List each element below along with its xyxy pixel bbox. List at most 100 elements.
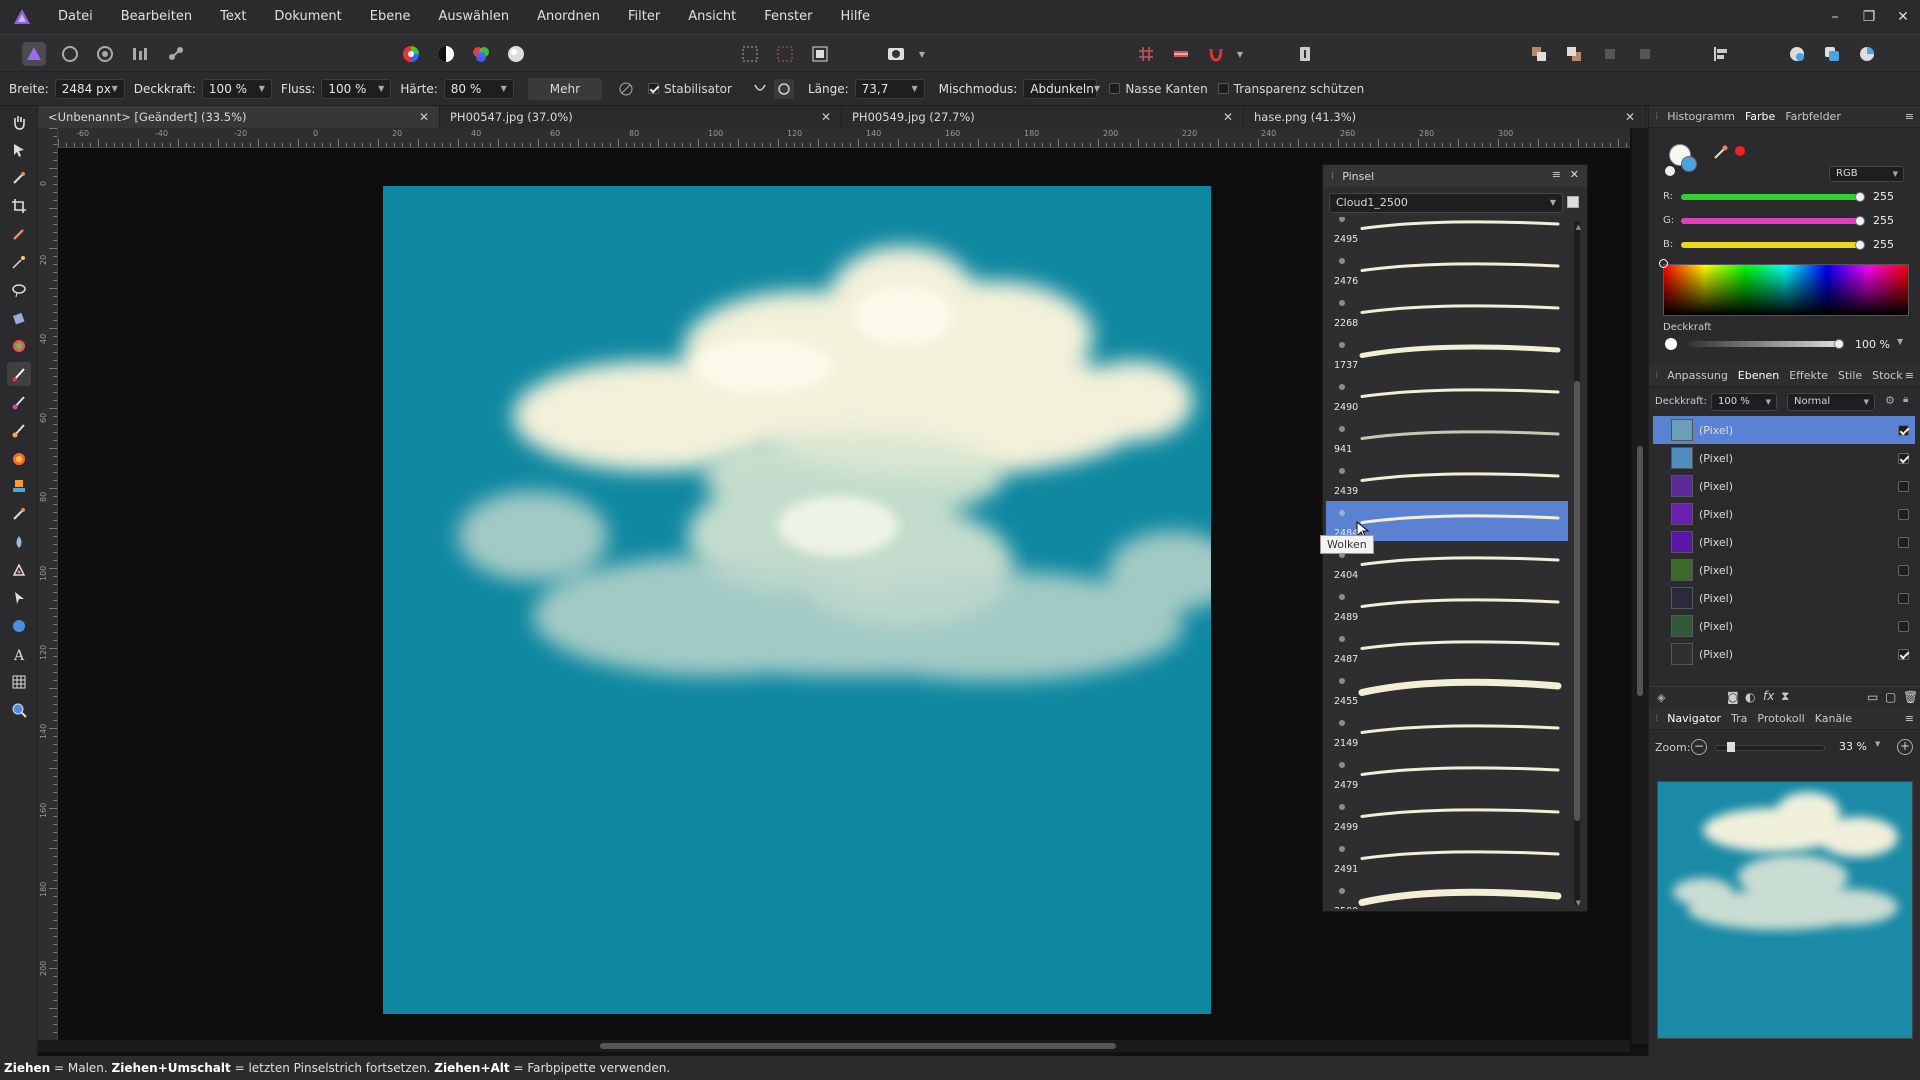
grip-icon[interactable]: ⁞ xyxy=(1655,370,1658,381)
opacity-field[interactable]: 100 % ▼ xyxy=(201,78,272,99)
more-button[interactable]: Mehr xyxy=(527,77,603,100)
preferences-icon[interactable] xyxy=(1855,42,1879,66)
white-balance-icon[interactable] xyxy=(504,42,528,66)
mask-layer-icon[interactable]: ◙ xyxy=(1727,690,1739,704)
flood-select-tool-icon[interactable] xyxy=(7,250,31,274)
layers-stack-icon[interactable]: ◈ xyxy=(1657,691,1665,704)
length-field[interactable]: 73,7 ▼ xyxy=(854,78,925,99)
layer-visibility-checkbox[interactable] xyxy=(1898,453,1909,464)
grip-icon[interactable]: ⁞ xyxy=(1331,171,1334,182)
layer-visibility-checkbox[interactable] xyxy=(1898,593,1909,604)
brush-item[interactable]: 2491 xyxy=(1326,837,1568,877)
develop-persona-icon[interactable] xyxy=(93,42,117,66)
arrange-backward-icon[interactable] xyxy=(1633,42,1657,66)
layer-opacity-field[interactable]: 100 % ▼ xyxy=(1711,393,1777,411)
gear-icon[interactable]: ⚙ xyxy=(1885,394,1895,407)
brush-item[interactable]: 2489 xyxy=(1326,585,1568,625)
horizontal-scrollbar-thumb[interactable] xyxy=(600,1043,1116,1049)
document-tab-0[interactable]: <Unbenannt> [Geändert] (33.5%) ✕ xyxy=(38,106,440,128)
layer-visibility-checkbox[interactable] xyxy=(1898,481,1909,492)
add-layer-icon[interactable]: ▢ xyxy=(1885,690,1896,704)
levels-icon[interactable] xyxy=(399,42,423,66)
grid-icon[interactable] xyxy=(1134,42,1158,66)
layer-row[interactable]: (Pixel) xyxy=(1653,612,1915,640)
color-mode-select[interactable]: RGB ▼ xyxy=(1829,166,1904,182)
menu-10[interactable]: Hilfe xyxy=(826,0,884,34)
brush-item[interactable]: 1737 xyxy=(1326,333,1568,373)
vertical-scrollbar[interactable] xyxy=(1632,128,1648,1044)
layer-row[interactable]: (Pixel) xyxy=(1653,472,1915,500)
clone-tool-icon[interactable] xyxy=(7,474,31,498)
brush-item[interactable]: 2499 xyxy=(1326,795,1568,835)
fill-tool-icon[interactable] xyxy=(7,306,31,330)
gradient-tool-icon[interactable] xyxy=(7,334,31,358)
move-tool-icon[interactable] xyxy=(7,138,31,162)
layers-panel-tab-1[interactable]: Ebenen xyxy=(1733,369,1784,382)
healing-tool-icon[interactable] xyxy=(7,502,31,526)
brush-list-scrollbar[interactable] xyxy=(1574,221,1580,905)
panel-menu-icon[interactable]: ≡ xyxy=(1905,712,1914,725)
brush-item[interactable]: 2439 xyxy=(1326,459,1568,499)
brush-item[interactable]: 2490 xyxy=(1326,375,1568,415)
force-pressure-icon[interactable] xyxy=(616,79,636,99)
paint-brush-tool-icon[interactable] xyxy=(7,362,31,386)
hand-tool-icon[interactable] xyxy=(7,110,31,134)
dodge-tool-icon[interactable] xyxy=(7,446,31,470)
width-field[interactable]: 2484 px ▼ xyxy=(54,78,125,99)
menu-3[interactable]: Dokument xyxy=(260,0,355,34)
zoom-tool-icon[interactable] xyxy=(7,698,31,722)
brush-item[interactable]: 2268 xyxy=(1326,291,1568,331)
minimize-button[interactable]: – xyxy=(1818,0,1852,34)
channel-slider-knob[interactable] xyxy=(1855,192,1865,202)
swap-colors-icon[interactable] xyxy=(1665,166,1675,176)
channel-slider[interactable] xyxy=(1681,218,1859,224)
menu-7[interactable]: Filter xyxy=(614,0,674,34)
blur-tool-icon[interactable] xyxy=(7,530,31,554)
close-icon[interactable]: ✕ xyxy=(419,106,429,128)
grip-icon[interactable]: ⁞ xyxy=(1655,111,1658,122)
brush-item[interactable]: 2487 xyxy=(1326,627,1568,667)
brush-list-scrollbar-thumb[interactable] xyxy=(1574,381,1580,821)
menu-5[interactable]: Auswählen xyxy=(424,0,523,34)
brushes-panel-header[interactable]: ⁞ Pinsel ≡ ✕ xyxy=(1323,165,1587,187)
window-mode-icon[interactable] xyxy=(773,78,794,99)
close-icon[interactable]: ✕ xyxy=(1625,106,1635,128)
quick-mask-icon[interactable] xyxy=(884,42,908,66)
layer-row[interactable]: (Pixel) xyxy=(1653,500,1915,528)
chevron-down-icon[interactable]: ▼ xyxy=(1897,337,1903,346)
menu-6[interactable]: Anordnen xyxy=(523,0,614,34)
vertical-scrollbar-thumb[interactable] xyxy=(1637,446,1643,696)
flow-field[interactable]: 100 % ▼ xyxy=(321,78,392,99)
color-panel-tab-0[interactable]: Histogramm xyxy=(1662,110,1740,123)
menu-8[interactable]: Ansicht xyxy=(674,0,750,34)
color-spectrum-marker[interactable] xyxy=(1659,259,1668,268)
color-opacity-value[interactable]: 100 % xyxy=(1849,336,1903,354)
panel-menu-icon[interactable]: ≡ xyxy=(1905,110,1914,123)
brush-category-select[interactable]: Cloud1_2500 ▼ xyxy=(1329,193,1563,213)
channel-value[interactable]: 255 xyxy=(1867,212,1907,230)
layers-panel-tab-4[interactable]: Stock xyxy=(1867,369,1907,382)
chevron-down-icon[interactable]: ▼ xyxy=(1875,740,1880,748)
node-tool-icon[interactable] xyxy=(7,586,31,610)
close-window-button[interactable]: ✕ xyxy=(1886,0,1920,34)
layer-visibility-checkbox[interactable] xyxy=(1898,537,1909,548)
navigator-panel-tab-1[interactable]: Tra xyxy=(1726,712,1752,725)
lock-icon[interactable]: 🔒︎ xyxy=(1903,394,1908,405)
channel-slider-knob[interactable] xyxy=(1855,216,1865,226)
assistant-icon[interactable] xyxy=(1785,42,1809,66)
rope-mode-icon[interactable] xyxy=(750,79,770,99)
grip-icon[interactable]: ⁞ xyxy=(1655,713,1658,724)
mesh-warp-tool-icon[interactable] xyxy=(7,670,31,694)
channel-value[interactable]: 255 xyxy=(1867,188,1907,206)
crop-tool-icon[interactable] xyxy=(7,194,31,218)
document-canvas[interactable] xyxy=(383,186,1211,1014)
delete-layer-icon[interactable]: 🗑︎ xyxy=(1903,690,1918,704)
adjustment-layer-icon[interactable]: ◐ xyxy=(1745,690,1755,704)
scroll-up-icon[interactable]: ▲ xyxy=(1576,223,1581,231)
menu-9[interactable]: Fenster xyxy=(750,0,826,34)
layer-row[interactable]: (Pixel) xyxy=(1653,584,1915,612)
channel-slider-knob[interactable] xyxy=(1855,240,1865,250)
brush-item[interactable]: 941 xyxy=(1326,417,1568,457)
hardness-field[interactable]: 80 % ▼ xyxy=(443,78,514,99)
freehand-selection-tool-icon[interactable] xyxy=(7,278,31,302)
